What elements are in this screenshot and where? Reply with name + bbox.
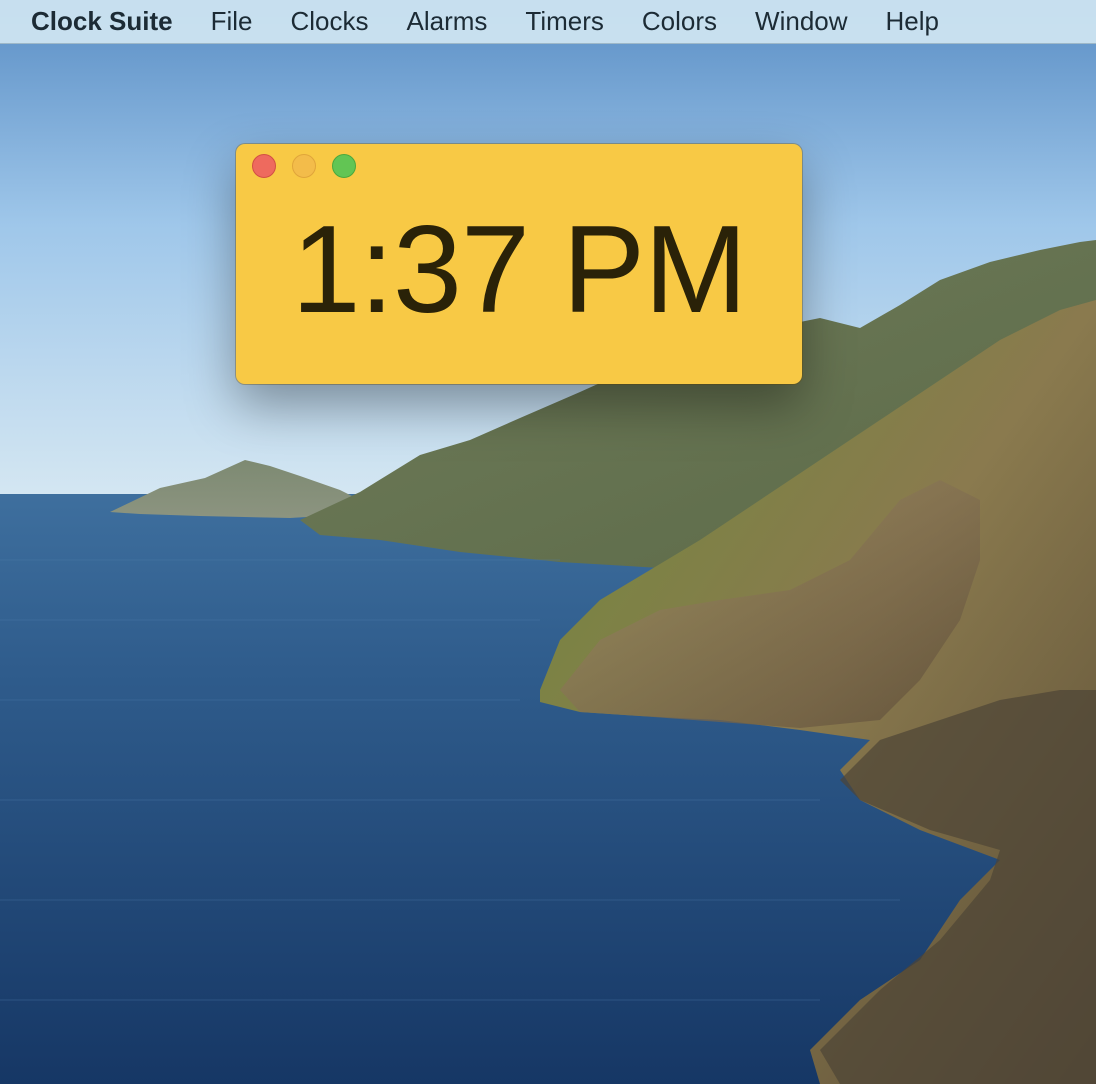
menu-item-timers[interactable]: Timers [525,6,603,37]
clock-window[interactable]: 1:37 PM [236,144,802,384]
clock-time-display: 1:37 PM [291,201,748,339]
menu-app-name[interactable]: Clock Suite [31,6,173,37]
desktop: Clock Suite File Clocks Alarms Timers Co… [0,0,1096,1084]
zoom-icon[interactable] [332,154,356,178]
menu-item-window[interactable]: Window [755,6,847,37]
menu-item-colors[interactable]: Colors [642,6,717,37]
menu-item-clocks[interactable]: Clocks [291,6,369,37]
minimize-icon[interactable] [292,154,316,178]
menu-item-help[interactable]: Help [886,6,939,37]
menu-bar: Clock Suite File Clocks Alarms Timers Co… [0,0,1096,44]
menu-item-alarms[interactable]: Alarms [407,6,488,37]
menu-item-file[interactable]: File [211,6,253,37]
close-icon[interactable] [252,154,276,178]
